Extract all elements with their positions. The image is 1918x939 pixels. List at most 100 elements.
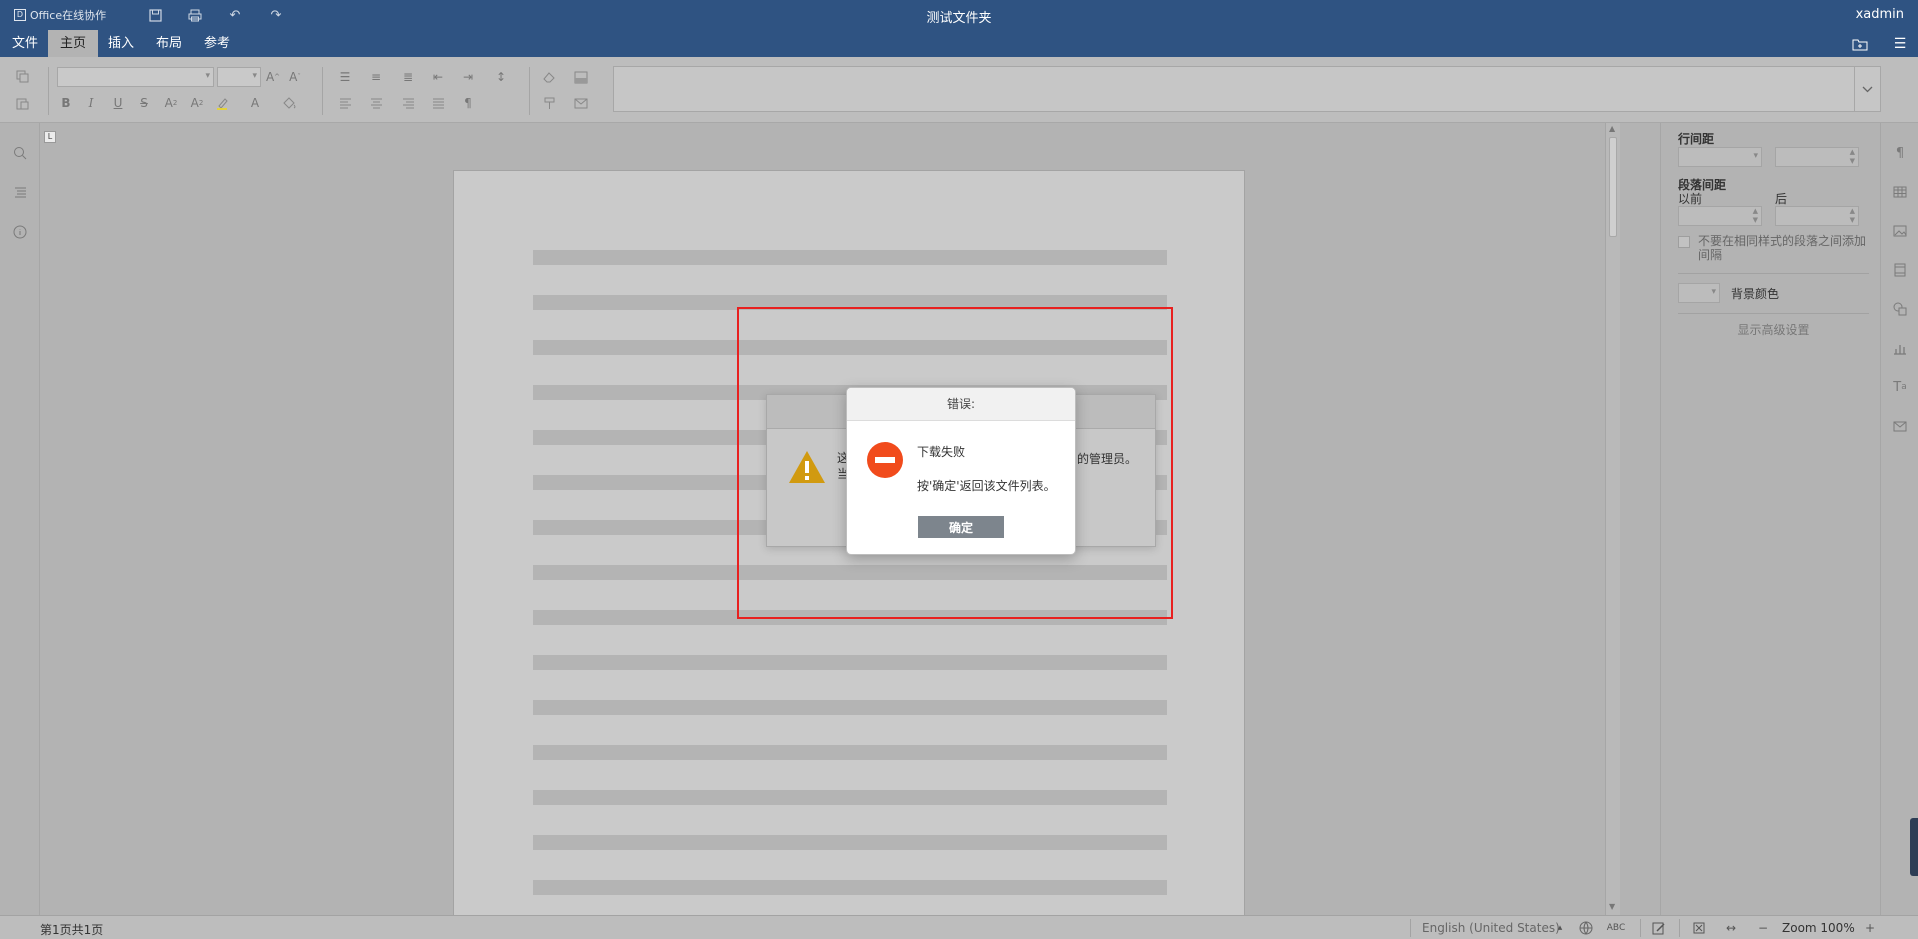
- zoom-level: Zoom 100%: [1782, 921, 1855, 935]
- advanced-settings-link[interactable]: 显示高级设置: [1678, 321, 1869, 338]
- font-color-icon[interactable]: A: [245, 93, 265, 113]
- fit-width-icon[interactable]: ↔: [1721, 918, 1741, 938]
- tab-insert[interactable]: 插入: [96, 30, 146, 57]
- bold-icon[interactable]: B: [56, 93, 76, 113]
- paste-icon[interactable]: [12, 93, 32, 113]
- toolbar: ▾ ▾ A ^ Aˇ B I U S A2 A2 A ☰ ≡ ≣ ⇤ ⇥ ↕ ¶: [0, 57, 1918, 123]
- decrease-font-icon[interactable]: Aˇ: [285, 67, 305, 87]
- fit-page-icon[interactable]: [1689, 918, 1709, 938]
- scroll-down-icon[interactable]: ▼: [1609, 902, 1615, 911]
- background-color-picker[interactable]: ▾: [1678, 283, 1720, 303]
- side-widget-handle[interactable]: [1910, 818, 1918, 876]
- copy-icon[interactable]: [12, 66, 32, 86]
- text-line-placeholder: [533, 655, 1167, 670]
- styles-gallery[interactable]: [613, 66, 1881, 112]
- user-name[interactable]: xadmin: [1856, 7, 1904, 22]
- vertical-scrollbar[interactable]: ▲ ▼: [1605, 123, 1620, 915]
- decrease-indent-icon[interactable]: ⇤: [428, 67, 448, 87]
- format-painter-icon[interactable]: [539, 93, 559, 113]
- line-spacing-icon[interactable]: ↕: [491, 67, 511, 87]
- header-footer-icon[interactable]: [1890, 260, 1910, 280]
- chevron-down-icon[interactable]: [1854, 67, 1880, 111]
- chevron-up-icon[interactable]: ▴: [1550, 918, 1570, 938]
- line-spacing-type-select[interactable]: ▾: [1678, 147, 1762, 167]
- spacing-before-input[interactable]: ▲ ▼: [1678, 206, 1762, 226]
- track-changes-icon[interactable]: [1649, 918, 1669, 938]
- title-bar: D Office在线协作 ↶ ↷ 测试文件夹 xadmin: [0, 0, 1918, 30]
- spacing-after-input[interactable]: ▲ ▼: [1775, 206, 1859, 226]
- underline-icon[interactable]: U: [108, 93, 128, 113]
- search-icon[interactable]: [10, 143, 30, 163]
- scrollbar-thumb[interactable]: [1609, 137, 1617, 237]
- text-line-placeholder: [533, 700, 1167, 715]
- align-left-icon[interactable]: [335, 93, 355, 113]
- page-info[interactable]: 第1页共1页: [40, 921, 103, 938]
- globe-icon[interactable]: [1576, 918, 1596, 938]
- tab-references[interactable]: 参考: [192, 30, 242, 57]
- scroll-up-icon[interactable]: ▲: [1609, 124, 1615, 133]
- info-icon[interactable]: [10, 222, 30, 242]
- zoom-out-icon[interactable]: −: [1753, 918, 1773, 938]
- subscript-icon[interactable]: A2: [187, 93, 207, 113]
- font-family-select[interactable]: ▾: [57, 67, 214, 87]
- justify-icon[interactable]: [428, 93, 448, 113]
- toolbar-separator: [322, 67, 323, 115]
- error-dialog: 错误: 下载失败 按'确定'返回该文件列表。 确定: [846, 387, 1076, 555]
- color-scheme-icon[interactable]: [571, 67, 591, 87]
- increase-font-icon[interactable]: A ^: [263, 67, 283, 87]
- panel-divider: [1678, 273, 1869, 274]
- tab-file[interactable]: 文件: [0, 30, 50, 57]
- italic-icon[interactable]: I: [81, 93, 101, 113]
- tab-layout[interactable]: 布局: [144, 30, 194, 57]
- navigation-icon[interactable]: [10, 182, 30, 202]
- multilevel-list-icon[interactable]: ≣: [398, 67, 418, 87]
- text-line-placeholder: [533, 880, 1167, 895]
- text-line-placeholder: [533, 610, 1167, 625]
- left-rail: [0, 123, 40, 915]
- tab-home[interactable]: 主页: [48, 30, 99, 58]
- document-title: 测试文件夹: [926, 11, 992, 26]
- mail-merge-icon[interactable]: [571, 93, 591, 113]
- paragraph-shading-icon[interactable]: [279, 93, 299, 113]
- chart-settings-icon[interactable]: [1890, 338, 1910, 358]
- status-bar: 第1页共1页 English (United States) ▴ ABC ↔ −…: [0, 915, 1918, 939]
- bullet-list-icon[interactable]: ☰: [335, 67, 355, 87]
- pilcrow-icon[interactable]: ¶: [458, 93, 478, 113]
- warning-text-fragment: 的管理员。: [1077, 452, 1138, 466]
- paragraph-settings-icon[interactable]: ¶: [1890, 143, 1910, 163]
- superscript-icon[interactable]: A2: [161, 93, 181, 113]
- increase-indent-icon[interactable]: ⇥: [458, 67, 478, 87]
- toolbar-separator: [529, 67, 530, 115]
- no-space-checkbox[interactable]: [1678, 236, 1690, 248]
- text-line-placeholder: [533, 745, 1167, 760]
- ribbon-tabs: 文件 主页 插入 布局 参考 ☰: [0, 30, 1918, 58]
- open-folder-icon[interactable]: [1849, 34, 1871, 54]
- tab-stop-selector[interactable]: L: [44, 131, 56, 143]
- mail-merge-settings-icon[interactable]: [1890, 416, 1910, 436]
- zoom-in-icon[interactable]: +: [1860, 918, 1880, 938]
- right-rail: ¶ Ta: [1880, 123, 1918, 915]
- error-message: 下载失败: [917, 445, 966, 459]
- line-spacing-label: 行间距: [1678, 132, 1715, 146]
- font-size-select[interactable]: ▾: [217, 67, 261, 87]
- spellcheck-icon[interactable]: ABC: [1606, 918, 1626, 938]
- language-select[interactable]: English (United States): [1422, 921, 1560, 935]
- numbered-list-icon[interactable]: ≡: [366, 67, 386, 87]
- paragraph-settings-panel: 行间距 ▾ ▲ ▼ 段落间距 以前 后 ▲ ▼ ▲ ▼ 不要在相同样式的段落之间添加间…: [1660, 123, 1879, 915]
- clear-style-icon[interactable]: [539, 67, 559, 87]
- image-settings-icon[interactable]: [1890, 221, 1910, 241]
- ok-button[interactable]: 确定: [918, 516, 1004, 538]
- text-line-placeholder: [533, 790, 1167, 805]
- align-center-icon[interactable]: [366, 93, 386, 113]
- text-line-placeholder: [533, 250, 1167, 265]
- text-line-placeholder: [533, 340, 1167, 355]
- line-spacing-value-input[interactable]: ▲ ▼: [1775, 147, 1859, 167]
- shape-settings-icon[interactable]: [1890, 299, 1910, 319]
- text-line-placeholder: [533, 295, 1167, 310]
- text-art-icon[interactable]: Ta: [1890, 377, 1910, 397]
- align-right-icon[interactable]: [398, 93, 418, 113]
- table-settings-icon[interactable]: [1890, 182, 1910, 202]
- menu-icon[interactable]: ☰: [1889, 34, 1911, 54]
- strikethrough-icon[interactable]: S: [134, 93, 154, 113]
- highlight-icon[interactable]: [213, 93, 233, 113]
